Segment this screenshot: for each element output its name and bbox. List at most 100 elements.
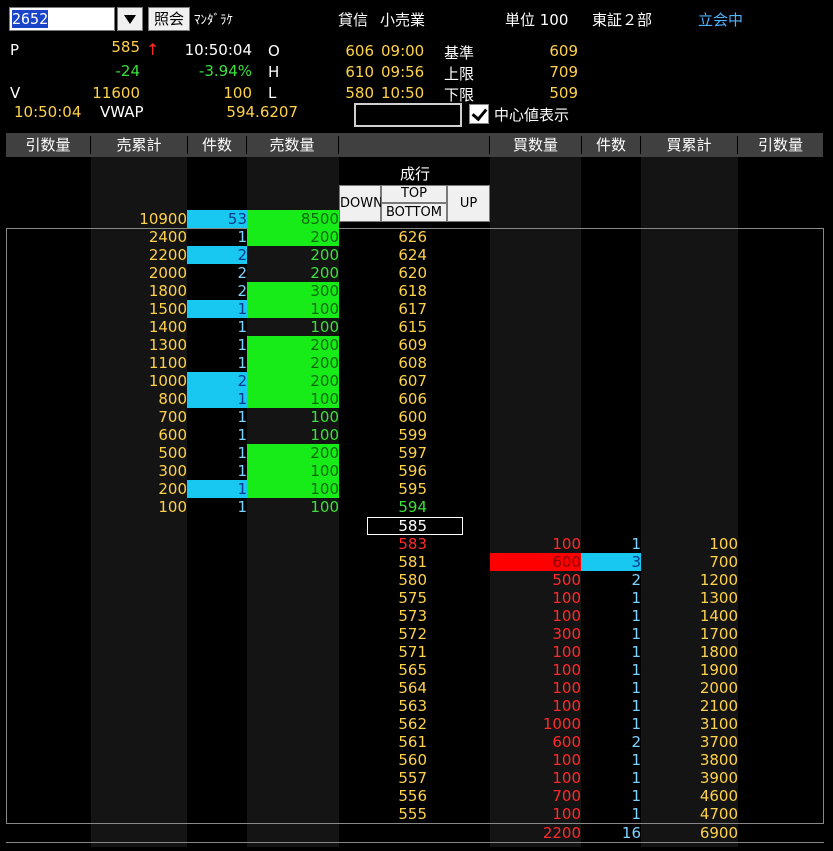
ask-row-qty: 100 xyxy=(310,390,339,408)
lower-limit: 509 xyxy=(549,84,578,102)
col-sell-count: 件数 xyxy=(201,136,232,154)
bid-row-qty: 100 xyxy=(552,589,581,607)
ask-row-price: 620 xyxy=(398,264,427,282)
ask-row-count: 1 xyxy=(237,462,247,480)
low-price: 580 xyxy=(345,84,374,102)
ask-row-count: 1 xyxy=(237,480,247,498)
trading-status: 立会中 xyxy=(698,11,744,29)
ask-row-count: 2 xyxy=(237,246,247,264)
high-time: 09:56 xyxy=(381,63,425,81)
ask-row-qty: 200 xyxy=(310,336,339,354)
bid-row-count: 1 xyxy=(631,769,641,787)
market-order-label: 成行 xyxy=(399,165,430,183)
volume-label: V xyxy=(10,84,21,102)
bid-row-price: 564 xyxy=(398,679,427,697)
ask-row-price: 607 xyxy=(398,372,427,390)
ask-row-price: 595 xyxy=(398,480,427,498)
column-header-bar: 引数量 売累計 件数 売数量 買数量 件数 買累計 引数量 xyxy=(6,133,823,157)
ask-row-cum: 1800 xyxy=(148,282,187,300)
bid-row-cum: 4700 xyxy=(699,805,738,823)
ask-row-count: 1 xyxy=(237,336,247,354)
bid-row-price: 557 xyxy=(398,769,427,787)
lookup-button[interactable]: 照会 xyxy=(148,7,190,31)
stock-code-input[interactable]: 2652 xyxy=(9,7,115,31)
bid-row-cum: 4600 xyxy=(699,787,738,805)
bid-row-count: 1 xyxy=(631,607,641,625)
ask-row-qty: 100 xyxy=(310,462,339,480)
bid-total-count: 16 xyxy=(621,824,641,842)
ask-row-count: 1 xyxy=(237,390,247,408)
bid-row-count: 1 xyxy=(631,679,641,697)
price-change-pct: -3.94% xyxy=(198,62,252,80)
ask-row-qty: 100 xyxy=(310,318,339,336)
ask-row-cum: 1000 xyxy=(148,372,187,390)
bid-row-count: 1 xyxy=(631,751,641,769)
market-sell-count: 53 xyxy=(227,210,247,228)
ask-row-price: 599 xyxy=(398,426,427,444)
bid-row-qty: 100 xyxy=(552,769,581,787)
low-time: 10:50 xyxy=(381,84,425,102)
col-price xyxy=(339,133,489,157)
ask-row-qty: 200 xyxy=(310,246,339,264)
bid-total-cum: 6900 xyxy=(699,824,738,842)
bid-row-price: 562 xyxy=(398,715,427,733)
ask-row-cum: 1500 xyxy=(148,300,187,318)
scroll-top-button[interactable]: TOP xyxy=(381,185,447,203)
bid-row-count: 1 xyxy=(631,787,641,805)
bid-row-cum: 3700 xyxy=(699,733,738,751)
ask-row-price: 626 xyxy=(398,228,427,246)
bid-row-price: 580 xyxy=(398,571,427,589)
ask-row-cum: 700 xyxy=(158,408,187,426)
bid-row-qty: 100 xyxy=(552,661,581,679)
ask-row-qty: 200 xyxy=(310,354,339,372)
ask-row-price: 596 xyxy=(398,462,427,480)
ask-row-cum: 2200 xyxy=(148,246,187,264)
industry: 小売業 xyxy=(380,11,426,29)
bid-row-count: 1 xyxy=(631,661,641,679)
col-sell-cum: 売累計 xyxy=(116,136,162,154)
ask-row-count: 1 xyxy=(237,444,247,462)
market-sell-cum: 10900 xyxy=(139,210,187,228)
ask-row-count: 1 xyxy=(237,408,247,426)
price-label: P xyxy=(10,41,20,59)
vwap-value: 594.6207 xyxy=(226,103,298,121)
bid-row-cum: 3800 xyxy=(699,751,738,769)
bid-row-price: 565 xyxy=(398,661,427,679)
bid-row-cum: 1900 xyxy=(699,661,738,679)
bid-row-cum: 1400 xyxy=(699,607,738,625)
ask-row-qty: 100 xyxy=(310,498,339,516)
up-arrow-icon: ↑ xyxy=(146,40,160,59)
bid-row-cum: 1800 xyxy=(699,643,738,661)
base-label: 基準 xyxy=(444,44,475,62)
center-display-checkbox[interactable] xyxy=(469,104,489,124)
ask-row-count: 2 xyxy=(237,264,247,282)
center-price-input[interactable] xyxy=(354,103,462,127)
scroll-bottom-button[interactable]: BOTTOM xyxy=(381,203,447,222)
ask-row-price: 624 xyxy=(398,246,427,264)
bid-row-cum: 2100 xyxy=(699,697,738,715)
bid-row-qty: 100 xyxy=(552,535,581,553)
vwap-label: VWAP xyxy=(100,103,144,121)
ask-row-count: 1 xyxy=(237,426,247,444)
bid-row-price: 571 xyxy=(398,643,427,661)
bid-row-qty: 100 xyxy=(552,697,581,715)
ask-row-count: 1 xyxy=(237,354,247,372)
col-buy-pull: 引数量 xyxy=(757,136,803,154)
scroll-down-button[interactable]: DOWN xyxy=(339,185,383,222)
bid-row-price: 555 xyxy=(398,805,427,823)
scroll-up-button[interactable]: UP xyxy=(447,185,490,222)
price-time: 10:50:04 xyxy=(184,41,252,59)
bid-row-qty: 300 xyxy=(552,625,581,643)
ask-row-qty: 300 xyxy=(310,282,339,300)
bid-row-qty: 1000 xyxy=(542,715,581,733)
center-display-label: 中心値表示 xyxy=(494,106,570,124)
ask-row-price: 594 xyxy=(398,498,427,516)
market-name: 東証２部 xyxy=(592,11,653,29)
ask-row-qty: 200 xyxy=(310,228,339,246)
ask-row-cum: 1100 xyxy=(148,354,187,372)
bid-row-count: 1 xyxy=(631,625,641,643)
ask-row-cum: 500 xyxy=(158,444,187,462)
bid-row-qty: 700 xyxy=(552,787,581,805)
bid-row-count: 1 xyxy=(631,589,641,607)
code-dropdown-button[interactable] xyxy=(117,7,143,31)
